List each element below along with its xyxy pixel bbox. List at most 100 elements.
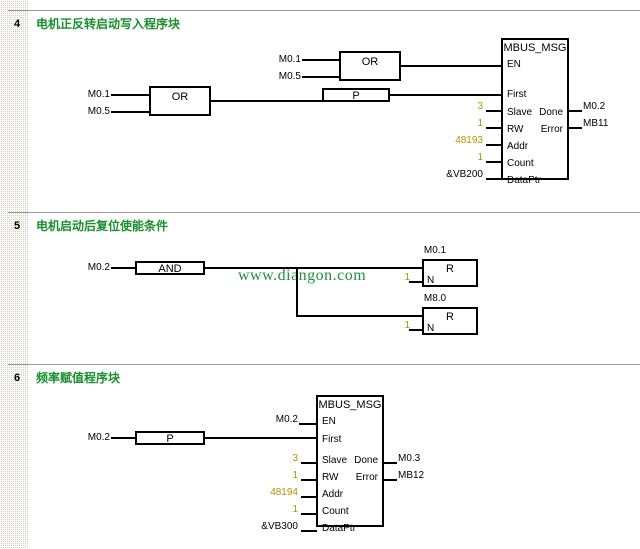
mbus-msg-title-n6: MBUS_MSG <box>318 399 382 411</box>
wire-or-top-to-en <box>400 65 502 67</box>
wire-done-n6 <box>383 462 397 464</box>
value-addr-n4[interactable]: 48193 <box>437 135 483 146</box>
mbus-pin-error-n4: Error <box>540 124 563 135</box>
wire-reset-1-count-n5 <box>409 281 423 283</box>
or-block-top[interactable]: OR <box>339 51 401 81</box>
mbus-pin-rw-n4: RW <box>507 124 524 135</box>
wire-branch-horizontal-n5 <box>296 315 423 317</box>
mbus-msg-block-n4[interactable]: MBUS_MSG EN First Slave RW Addr Count Da… <box>501 38 569 186</box>
or-block-bottom-label: OR <box>171 91 189 103</box>
network-separator-5 <box>8 212 640 213</box>
wire-dataptr-n4 <box>486 178 502 180</box>
wire-or-top-in2 <box>302 76 340 78</box>
network-separator-4 <box>8 10 640 11</box>
reset-coil-1-n5[interactable]: R N <box>422 259 478 287</box>
operand-or-bottom-in1[interactable]: M0.1 <box>84 89 110 100</box>
wire-rw-n6 <box>301 479 317 481</box>
wire-p-to-first-n4 <box>389 94 502 96</box>
operand-or-bottom-in2[interactable]: M0.5 <box>84 106 110 117</box>
reset-coil-1-pin-n-n5: N <box>427 275 435 286</box>
wire-addr-n6 <box>301 496 317 498</box>
value-count-n6[interactable]: 1 <box>270 504 298 515</box>
mbus-pin-first-n6: First <box>322 434 342 445</box>
mbus-pin-addr-n6: Addr <box>322 489 344 500</box>
wire-slave-n4 <box>486 110 502 112</box>
network-number-5: 5 <box>13 220 21 232</box>
network-gutter <box>0 0 30 549</box>
p-contact-label-n6: P <box>166 433 174 445</box>
site-watermark: www.diangon.com <box>238 267 367 284</box>
mbus-pin-dataptr-n4: DataPtr <box>507 175 541 186</box>
value-error-n4[interactable]: MB11 <box>583 118 608 129</box>
wire-p-in1-n6 <box>111 437 136 439</box>
mbus-pin-dataptr-n6: DataPtr <box>322 523 356 534</box>
wire-branch-vertical-n5 <box>296 267 298 316</box>
mbus-pin-en-n6: EN <box>322 416 336 427</box>
wire-or-bottom-out <box>210 100 323 102</box>
wire-error-n4 <box>568 127 582 129</box>
value-done-n6[interactable]: M0.3 <box>398 453 420 464</box>
and-block-n5[interactable]: AND <box>135 261 205 275</box>
coil-name-reset-1-n5[interactable]: M0.1 <box>399 245 471 256</box>
wire-slave-n6 <box>301 462 317 464</box>
value-addr-n6[interactable]: 48194 <box>252 487 298 498</box>
reset-coil-2-count-n5[interactable]: 1 <box>388 320 410 331</box>
operand-or-top-in1[interactable]: M0.1 <box>275 54 301 65</box>
p-contact-block-n4[interactable]: P <box>322 88 390 102</box>
or-block-bottom[interactable]: OR <box>149 86 211 116</box>
mbus-pin-first-n4: First <box>507 89 527 100</box>
mbus-msg-title-n4: MBUS_MSG <box>503 42 567 54</box>
p-contact-block-n6[interactable]: P <box>135 431 205 445</box>
reset-coil-1-label-n5: R <box>446 263 454 275</box>
p-contact-label-n4: P <box>352 90 360 102</box>
wire-dataptr-n6 <box>301 530 317 532</box>
coil-name-reset-2-n5[interactable]: M8.0 <box>399 293 471 304</box>
value-rw-n6[interactable]: 1 <box>270 470 298 481</box>
mbus-pin-count-n4: Count <box>507 158 534 169</box>
wire-or-top-in1 <box>302 59 340 61</box>
mbus-msg-block-n6[interactable]: MBUS_MSG EN First Slave RW Addr Count Da… <box>316 395 384 534</box>
wire-count-n4 <box>486 161 502 163</box>
and-block-label-n5: AND <box>158 263 182 275</box>
reset-coil-2-n5[interactable]: R N <box>422 307 478 335</box>
value-dataptr-n4[interactable]: &VB200 <box>430 169 483 180</box>
network-title-5: 电机启动后复位使能条件 <box>36 219 169 233</box>
network-number-4: 4 <box>13 18 21 30</box>
wire-addr-n4 <box>486 144 502 146</box>
reset-coil-2-label-n5: R <box>446 311 454 323</box>
gutter-edge <box>28 0 30 549</box>
value-count-n4[interactable]: 1 <box>455 152 483 163</box>
mbus-pin-done-n6: Done <box>354 455 378 466</box>
operand-p-in1-n6[interactable]: M0.2 <box>84 432 110 443</box>
mbus-pin-addr-n4: Addr <box>507 141 529 152</box>
value-en-n6[interactable]: M0.2 <box>270 414 298 425</box>
value-error-n6[interactable]: MB12 <box>398 470 424 481</box>
wire-count-n6 <box>301 513 317 515</box>
wire-and-in1-n5 <box>111 267 136 269</box>
mbus-pin-done-n4: Done <box>539 107 563 118</box>
reset-coil-1-count-n5[interactable]: 1 <box>388 272 410 283</box>
wire-rw-n4 <box>486 127 502 129</box>
operand-or-top-in2[interactable]: M0.5 <box>275 71 301 82</box>
wire-en-n6 <box>299 423 317 425</box>
value-done-n4[interactable]: M0.2 <box>583 101 605 112</box>
value-dataptr-n6[interactable]: &VB300 <box>245 521 298 532</box>
mbus-pin-en-n4: EN <box>507 59 521 70</box>
wire-error-n6 <box>383 479 397 481</box>
reset-coil-2-pin-n-n5: N <box>427 323 435 334</box>
mbus-pin-error-n6: Error <box>355 472 378 483</box>
value-slave-n4[interactable]: 3 <box>455 101 483 112</box>
value-rw-n4[interactable]: 1 <box>455 118 483 129</box>
mbus-pin-count-n6: Count <box>322 506 349 517</box>
wire-p-to-first-n6 <box>204 437 317 439</box>
wire-done-n4 <box>568 110 582 112</box>
value-slave-n6[interactable]: 3 <box>270 453 298 464</box>
wire-or-bottom-in1 <box>111 94 150 96</box>
or-block-top-label: OR <box>361 56 379 68</box>
network-title-4: 电机正反转启动写入程序块 <box>36 17 181 31</box>
wire-reset-2-count-n5 <box>409 329 423 331</box>
network-title-6: 频率赋值程序块 <box>36 371 121 385</box>
operand-and-in1-n5[interactable]: M0.2 <box>84 262 110 273</box>
mbus-pin-rw-n6: RW <box>322 472 339 483</box>
network-number-6: 6 <box>13 372 21 384</box>
